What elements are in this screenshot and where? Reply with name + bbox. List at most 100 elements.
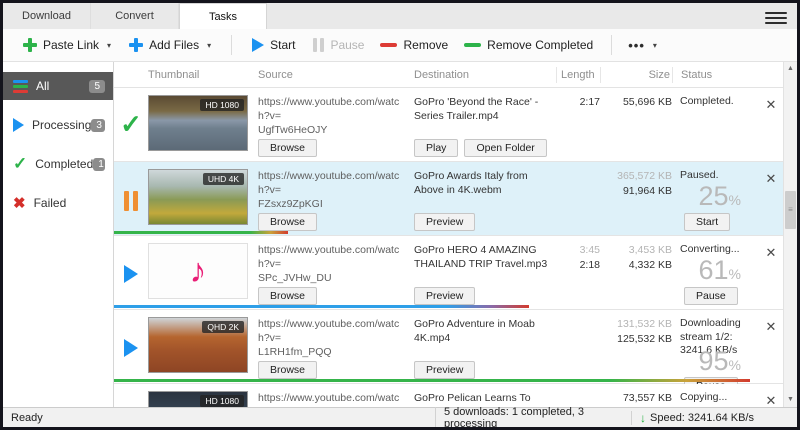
destination-filename: GoPro Pelican Learns To Fish.mp4	[414, 391, 548, 407]
source-url: https://www.youtube.com/watch?v=auT0mOWL…	[258, 391, 406, 407]
tab-bar: Download Convert Tasks	[3, 3, 797, 29]
tab-convert[interactable]: Convert	[91, 3, 179, 29]
sidebar-item-completed[interactable]: ✓ Completed 1	[3, 150, 113, 178]
length-value: 2:18	[556, 258, 600, 273]
video-thumbnail: UHD 4K	[148, 169, 248, 225]
browse-button[interactable]: Browse	[258, 139, 317, 157]
remove-completed-label: Remove Completed	[487, 38, 593, 52]
preview-button[interactable]: Preview	[414, 361, 475, 379]
destination-filename: GoPro Adventure in Moab 4K.mp4	[414, 317, 548, 345]
close-icon[interactable]: ✕	[766, 394, 777, 407]
size-value: 55,696 KB	[600, 95, 672, 110]
toolbar-separator	[611, 35, 612, 55]
quality-badge: QHD 2K	[202, 321, 244, 333]
hamburger-menu-icon[interactable]	[765, 9, 787, 27]
status-text: Completed.	[680, 95, 759, 109]
add-files-button[interactable]: Add Files ▾	[123, 34, 217, 56]
paste-link-button[interactable]: Paste Link ▾	[17, 34, 117, 56]
pause-icon	[313, 38, 324, 52]
video-thumbnail: QHD 2K	[148, 317, 248, 373]
chevron-down-icon: ▾	[653, 41, 657, 50]
processing-icon	[124, 339, 138, 357]
scrollbar-thumb[interactable]: ≡	[785, 191, 796, 229]
close-icon[interactable]: ✕	[766, 320, 777, 333]
status-text: Copying...	[680, 391, 759, 405]
remove-completed-icon	[464, 43, 481, 47]
scroll-down-icon[interactable]: ▼	[787, 393, 794, 407]
play-icon	[252, 38, 264, 52]
length-value: 2:17	[556, 95, 600, 110]
chevron-down-icon[interactable]: ▾	[107, 41, 111, 50]
pause-button[interactable]: Pause	[307, 34, 370, 56]
close-icon[interactable]: ✕	[766, 246, 777, 259]
column-header-destination: Destination	[414, 69, 556, 81]
video-thumbnail: HD 1080	[148, 391, 248, 407]
size-value: 73,557 KB	[600, 391, 672, 406]
status-bar: Ready 5 downloads: 1 completed, 3 proces…	[3, 407, 797, 427]
chevron-down-icon[interactable]: ▾	[207, 41, 211, 50]
length-total: 3:45	[556, 243, 600, 258]
plus-icon	[23, 38, 37, 52]
processing-icon	[124, 265, 138, 283]
completed-check-icon: ✓	[120, 111, 142, 161]
audio-thumbnail: ♪	[148, 243, 248, 299]
music-note-icon: ♪	[190, 254, 207, 288]
play-icon	[13, 118, 24, 132]
close-icon[interactable]: ✕	[766, 98, 777, 111]
remove-completed-button[interactable]: Remove Completed	[458, 34, 599, 56]
scroll-up-icon[interactable]: ▲	[787, 62, 794, 76]
size-value: 125,532 KB	[600, 332, 672, 347]
status-downloads-summary: 5 downloads: 1 completed, 3 processing	[435, 406, 631, 430]
play-button[interactable]: Play	[414, 139, 458, 157]
progress-percent: 25%	[680, 181, 759, 212]
close-icon[interactable]: ✕	[766, 172, 777, 185]
paused-icon	[124, 191, 138, 235]
tab-download[interactable]: Download	[3, 3, 91, 29]
progress-percent: 95%	[680, 346, 759, 377]
remove-button[interactable]: Remove	[374, 34, 454, 56]
plus-icon	[129, 38, 143, 52]
vertical-scrollbar[interactable]: ▲ ≡ ▼	[783, 62, 797, 407]
more-options-button[interactable]: ••• ▾	[622, 34, 663, 57]
main-area: All 5 Processing 3 ✓ Completed 1 ✖ Faile…	[3, 62, 797, 407]
source-url: https://www.youtube.com/watch?v=FZsxz9Zp…	[258, 169, 406, 212]
sidebar-item-all[interactable]: All 5	[3, 72, 113, 100]
scrollbar-track[interactable]: ≡	[784, 76, 797, 393]
sidebar-item-label: Processing	[32, 118, 91, 132]
tab-tasks[interactable]: Tasks	[179, 3, 267, 29]
table-row-copying[interactable]: HD 1080 https://www.youtube.com/watch?v=…	[114, 384, 783, 407]
open-folder-button[interactable]: Open Folder	[464, 139, 546, 157]
source-url: https://www.youtube.com/watch?v=L1RH1fm_…	[258, 317, 406, 360]
preview-button[interactable]: Preview	[414, 287, 475, 305]
sidebar: All 5 Processing 3 ✓ Completed 1 ✖ Faile…	[3, 62, 113, 407]
browse-button[interactable]: Browse	[258, 361, 317, 379]
toolbar: Paste Link ▾ Add Files ▾ Start Pause Rem…	[3, 29, 797, 62]
size-total: 365,572 KB	[600, 169, 672, 184]
preview-button[interactable]: Preview	[414, 213, 475, 231]
progress-bar	[114, 305, 529, 308]
progress-bar	[114, 379, 750, 382]
downloads-table: Thumbnail Source Destination Length Size…	[113, 62, 797, 407]
column-header-status: Status	[672, 67, 759, 83]
table-rows: ✓ HD 1080 https://www.youtube.com/watch?…	[114, 88, 783, 407]
remove-icon	[380, 43, 397, 47]
sidebar-item-processing[interactable]: Processing 3	[3, 111, 113, 139]
size-total: 131,532 KB	[600, 317, 672, 332]
browse-button[interactable]: Browse	[258, 287, 317, 305]
start-row-button[interactable]: Start	[684, 213, 730, 231]
column-header-source: Source	[258, 69, 414, 81]
destination-filename: GoPro HERO 4 AMAZING THAILAND TRIP Trave…	[414, 243, 548, 271]
size-total: 3,453 KB	[600, 243, 672, 258]
browse-button[interactable]: Browse	[258, 213, 317, 231]
table-row-downloading[interactable]: QHD 2K https://www.youtube.com/watch?v=L…	[114, 310, 783, 384]
start-button[interactable]: Start	[246, 34, 301, 56]
filter-all-icon	[13, 78, 28, 95]
size-value: 91,964 KB	[600, 184, 672, 199]
table-row-paused[interactable]: UHD 4K https://www.youtube.com/watch?v=F…	[114, 162, 783, 236]
sidebar-item-failed[interactable]: ✖ Failed	[3, 189, 113, 217]
table-row-completed[interactable]: ✓ HD 1080 https://www.youtube.com/watch?…	[114, 88, 783, 162]
check-icon: ✓	[13, 154, 27, 174]
pause-row-button[interactable]: Pause	[684, 287, 738, 305]
table-row-converting[interactable]: ♪ https://www.youtube.com/watch?v=SPc_JV…	[114, 236, 783, 310]
start-label: Start	[270, 38, 295, 52]
